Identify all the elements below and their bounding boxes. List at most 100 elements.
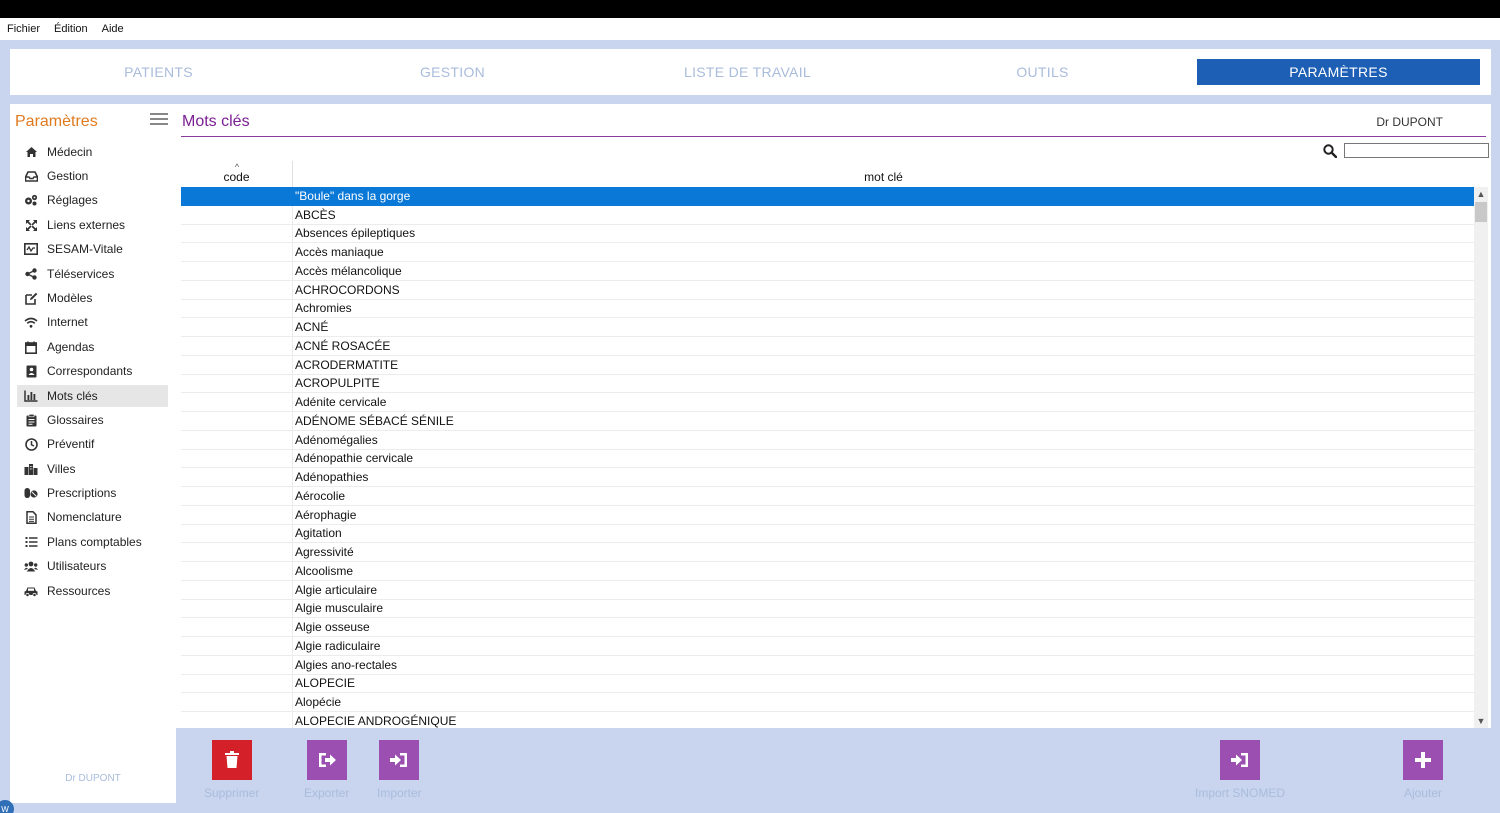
table-row[interactable]: Adénopathies [181, 468, 1474, 487]
table-row[interactable]: ACHROCORDONS [181, 280, 1474, 300]
sidebar-item-internet[interactable]: Internet [17, 311, 168, 333]
sidebar-item-preventif[interactable]: Préventif [17, 433, 168, 455]
table-row[interactable]: ABCÈS [181, 205, 1474, 225]
keywords-table: "Boule" dans la gorge ABCÈS Absences épile… [181, 187, 1474, 728]
cell-code [181, 562, 293, 580]
sidebar-item-ressources[interactable]: Ressources [17, 580, 168, 602]
sidebar-item-label: Mots clés [47, 389, 98, 403]
sidebar-item-medecin[interactable]: Médecin [17, 141, 168, 163]
table-row[interactable]: ADÉNOME SÉBACÉ SÉNILE [181, 412, 1474, 431]
search-icon[interactable] [1323, 144, 1338, 159]
import-label: Importer [377, 786, 422, 800]
table-row[interactable]: Algie radiculaire [181, 637, 1474, 656]
menu-edition[interactable]: Édition [54, 23, 88, 35]
sidebar-item-label: Préventif [47, 437, 95, 451]
sidebar-item-agendas[interactable]: Agendas [17, 336, 168, 358]
table-row[interactable]: ALOPECIE ANDROGÉNIQUE [181, 712, 1474, 728]
export-button[interactable]: Exporter [304, 740, 349, 800]
sidebar-item-glossaires[interactable]: Glossaires [17, 409, 168, 431]
table-row[interactable]: ACROPULPITE [181, 374, 1474, 394]
cell-code [181, 693, 293, 711]
table-row[interactable]: "Boule" dans la gorge [181, 187, 1474, 206]
sidebar-item-nomenclature[interactable]: Nomenclature [17, 506, 168, 528]
table-row[interactable]: Alopécie [181, 693, 1474, 712]
table-row[interactable]: Adénite cervicale [181, 393, 1474, 412]
buildings-icon [24, 462, 38, 476]
table-row[interactable]: ACNÉ ROSACÉE [181, 337, 1474, 356]
table-row[interactable]: Absences épileptiques [181, 224, 1474, 244]
table-row[interactable]: ACRODERMATITE [181, 355, 1474, 375]
sidebar-item-label: Ressources [47, 584, 111, 598]
tab-patients[interactable]: PATIENTS [17, 59, 300, 85]
table-row[interactable]: Adénomégalies [181, 430, 1474, 450]
tab-gestion[interactable]: GESTION [311, 59, 594, 85]
sidebar-item-label: Liens externes [47, 218, 126, 232]
sidebar-item-plans-comptables[interactable]: Plans comptables [17, 531, 168, 553]
table-row[interactable]: ALOPECIE [181, 674, 1474, 694]
sidebar-item-utilisateurs[interactable]: Utilisateurs [17, 555, 168, 577]
cell-mot-cle: Algie osseuse [295, 620, 370, 635]
tab-liste-de-travail[interactable]: LISTE DE TRAVAIL [606, 59, 889, 85]
scroll-up-icon[interactable]: ▲ [1474, 187, 1488, 201]
clock-icon [24, 437, 38, 451]
vertical-scrollbar[interactable]: ▲ ▼ [1474, 187, 1488, 728]
table-header: ^ code mot clé [181, 161, 1474, 187]
hamburger-menu-icon[interactable] [150, 113, 168, 125]
sidebar-item-villes[interactable]: Villes [17, 458, 168, 480]
sidebar-item-reglages[interactable]: Réglages [17, 189, 168, 211]
cell-code [181, 543, 293, 561]
scrollbar-thumb[interactable] [1475, 202, 1487, 222]
table-row[interactable]: Algies ano-rectales [181, 655, 1474, 675]
sidebar-item-modeles[interactable]: Modèles [17, 287, 168, 309]
window-titlebar [0, 0, 1500, 18]
import-snomed-button[interactable]: Import SNOMED [1195, 740, 1285, 800]
column-header-mot-cle[interactable]: mot clé [293, 161, 1474, 187]
table-row[interactable]: Accès maniaque [181, 243, 1474, 262]
cell-mot-cle: Algie radiculaire [295, 638, 381, 653]
cell-code [181, 355, 293, 374]
menu-fichier[interactable]: Fichier [7, 23, 40, 35]
cell-mot-cle: Algies ano-rectales [295, 657, 398, 672]
table-row[interactable]: Algie articulaire [181, 580, 1474, 600]
cell-code [181, 280, 293, 299]
table-row[interactable]: Algie osseuse [181, 618, 1474, 637]
table-row[interactable]: Agitation [181, 524, 1474, 544]
cell-mot-cle: Algie musculaire [295, 601, 384, 616]
tab-outils[interactable]: OUTILS [901, 59, 1184, 85]
sidebar-item-gestion[interactable]: Gestion [17, 165, 168, 187]
delete-button[interactable]: Supprimer [204, 740, 259, 800]
table-row[interactable]: ACNÉ [181, 318, 1474, 337]
cell-code [181, 468, 293, 486]
tab-parametres[interactable]: PARAMÈTRES [1197, 59, 1480, 85]
menu-aide[interactable]: Aide [102, 23, 124, 35]
table-row[interactable]: Achromies [181, 299, 1474, 319]
table-row[interactable]: Aérophagie [181, 505, 1474, 525]
search-input[interactable] [1344, 143, 1489, 158]
cell-mot-cle: ACHROCORDONS [295, 282, 400, 297]
cell-mot-cle: Adénopathie cervicale [295, 451, 414, 466]
table-row[interactable]: Algie musculaire [181, 599, 1474, 619]
add-button[interactable]: Ajouter [1403, 740, 1443, 800]
title-divider [181, 136, 1486, 137]
cell-mot-cle: Aérophagie [295, 507, 357, 522]
cell-mot-cle: ALOPECIE [295, 676, 356, 691]
export-label: Exporter [304, 786, 350, 800]
table-row[interactable]: Aérocolie [181, 487, 1474, 506]
table-row[interactable]: Alcoolisme [181, 562, 1474, 581]
sidebar-item-sesam-vitale[interactable]: SESAM-Vitale [17, 238, 168, 260]
table-row[interactable]: Adénopathie cervicale [181, 449, 1474, 469]
cell-code [181, 637, 293, 655]
sidebar-item-prescriptions[interactable]: Prescriptions [17, 482, 168, 504]
table-row[interactable]: Accès mélancolique [181, 262, 1474, 281]
sidebar-item-correspondants[interactable]: Correspondants [17, 360, 168, 382]
import-button[interactable]: Importer [377, 740, 422, 800]
sidebar-item-mots-cles[interactable]: Mots clés [17, 385, 168, 407]
sidebar-item-liens-externes[interactable]: Liens externes [17, 214, 168, 236]
column-header-code[interactable]: code [181, 161, 293, 187]
cell-code [181, 299, 293, 318]
table-row[interactable]: Agressivité [181, 543, 1474, 562]
cell-mot-cle: ADÉNOME SÉBACÉ SÉNILE [295, 413, 454, 428]
edit-icon [24, 291, 38, 305]
sidebar-item-teleservices[interactable]: Téléservices [17, 263, 168, 285]
scroll-down-icon[interactable]: ▼ [1474, 714, 1488, 728]
